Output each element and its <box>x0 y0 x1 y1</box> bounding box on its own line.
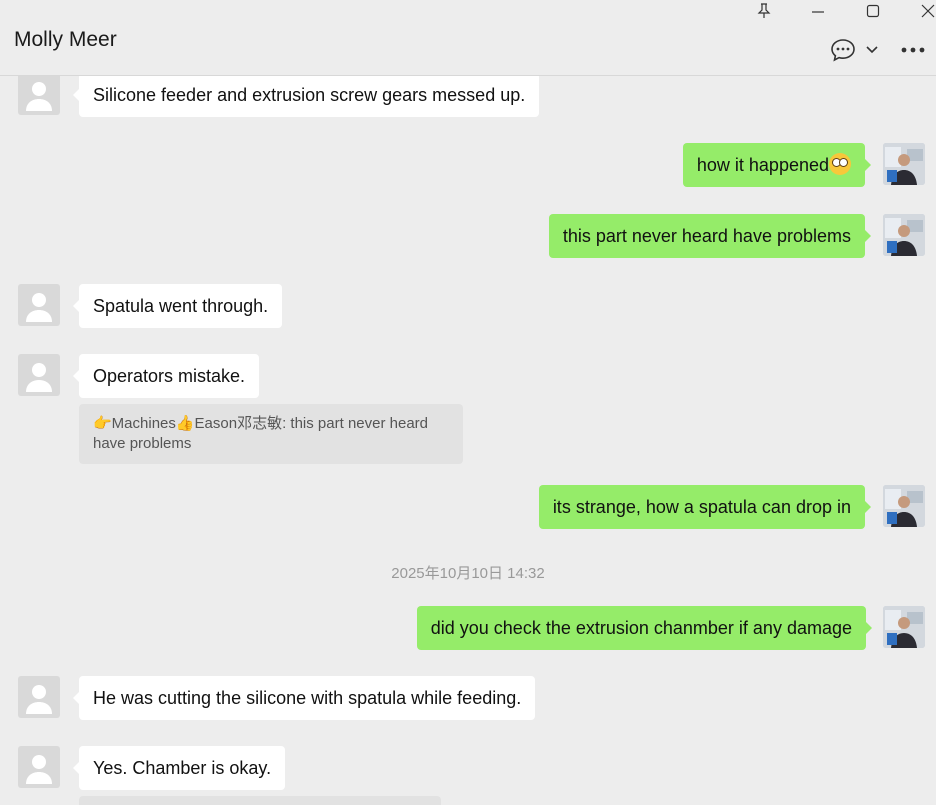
chevron-down-icon[interactable] <box>864 42 880 58</box>
incoming-message[interactable]: Yes. Chamber is okay. <box>72 746 286 790</box>
outgoing-message[interactable]: this part never heard have problems <box>548 214 872 258</box>
user-avatar[interactable] <box>883 485 925 527</box>
message-list[interactable]: Silicone feeder and extrusion screw gear… <box>0 76 936 805</box>
incoming-message[interactable]: He was cutting the silicone with spatula… <box>72 676 536 720</box>
pin-icon[interactable] <box>744 0 784 22</box>
message-text: how it happened <box>696 155 829 175</box>
contact-avatar[interactable] <box>18 284 60 326</box>
contact-avatar[interactable] <box>18 354 60 396</box>
incoming-message[interactable]: Spatula went through. <box>72 284 283 328</box>
more-icon[interactable] <box>899 40 927 60</box>
user-avatar[interactable] <box>883 214 925 256</box>
outgoing-message[interactable]: its strange, how a spatula can drop in <box>538 485 872 529</box>
contact-avatar[interactable] <box>18 76 60 115</box>
incoming-message[interactable]: Silicone feeder and extrusion screw gear… <box>72 76 540 117</box>
maximize-icon[interactable] <box>853 0 893 22</box>
outgoing-message[interactable]: did you check the extrusion chanmber if … <box>416 606 873 650</box>
user-avatar[interactable] <box>883 143 925 185</box>
incoming-message[interactable]: Operators mistake. <box>72 354 260 398</box>
flushed-face-emoji: 😳 <box>829 153 851 176</box>
contact-name: Molly Meer <box>14 28 117 51</box>
quoted-reply[interactable]: 👉Machines👍Eason邓志敏: this part never hear… <box>79 404 463 464</box>
contact-avatar[interactable] <box>18 676 60 718</box>
minimize-icon[interactable] <box>798 0 838 22</box>
contact-avatar[interactable] <box>18 746 60 788</box>
chat-bubble-icon[interactable] <box>829 37 857 63</box>
timestamp-divider: 2025年10月10日 14:32 <box>391 565 545 582</box>
chat-header: Molly Meer <box>0 0 936 76</box>
close-icon[interactable] <box>908 0 936 22</box>
user-avatar[interactable] <box>883 606 925 648</box>
quoted-reply-partial[interactable] <box>79 796 441 805</box>
outgoing-message[interactable]: how it happened😳 <box>682 143 872 187</box>
